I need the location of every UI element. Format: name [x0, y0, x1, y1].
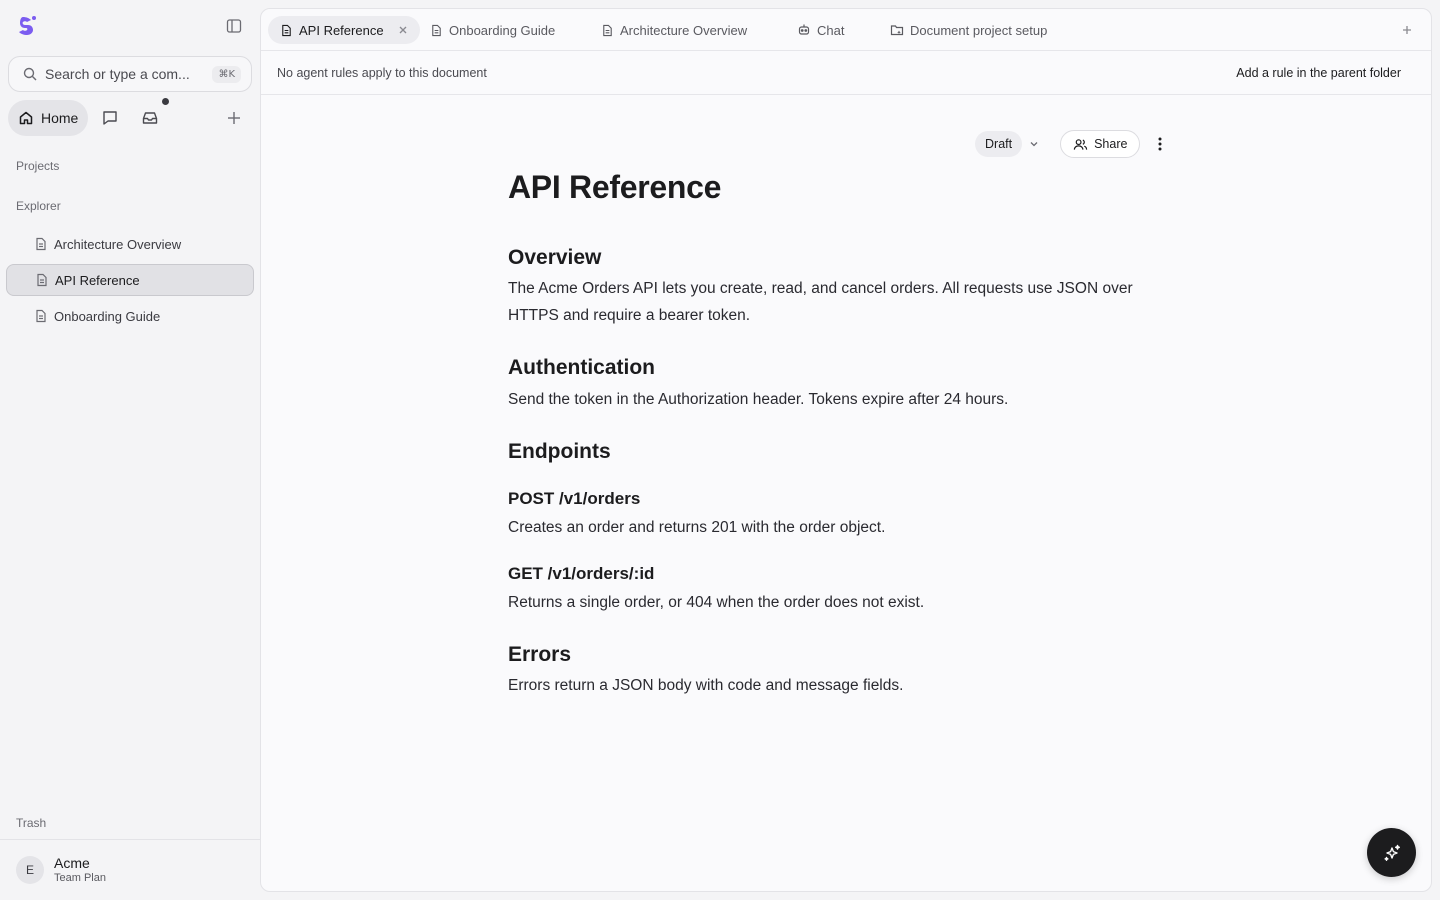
account-name: Acme [54, 855, 90, 871]
section-heading-authentication[interactable]: Authentication [508, 356, 655, 380]
chat-bubble-icon[interactable] [101, 109, 119, 127]
sidebar-item-label: Architecture Overview [54, 236, 182, 252]
document-actions: Draft Share [975, 130, 1162, 158]
search-input[interactable] [45, 66, 213, 82]
avatar: E [16, 855, 44, 884]
section-text-errors[interactable]: Errors return a JSON body with code and … [508, 672, 903, 699]
endpoint-heading-post[interactable]: POST /v1/orders [508, 489, 640, 509]
tab-chat[interactable]: Chat [785, 16, 856, 44]
document-title[interactable]: API Reference [508, 169, 721, 206]
inbox-icon[interactable] [141, 109, 159, 127]
tab-architecture-overview[interactable]: Architecture Overview [589, 16, 759, 44]
home-button[interactable]: Home [8, 100, 88, 136]
section-heading-errors[interactable]: Errors [508, 643, 571, 667]
tab-label: Onboarding Guide [449, 22, 556, 38]
search-icon [23, 67, 37, 81]
notification-dot [162, 98, 169, 105]
sparkle-icon [1382, 843, 1402, 863]
more-options-icon[interactable] [1158, 137, 1162, 151]
tab-document-project-setup[interactable]: Document project setup [878, 16, 1059, 44]
status-badge[interactable]: Draft [975, 131, 1023, 157]
section-text-overview[interactable]: The Acme Orders API lets you create, rea… [508, 275, 1168, 329]
sidebar-item-onboarding-guide[interactable]: Onboarding Guide [6, 300, 254, 332]
share-label: Share [1094, 137, 1128, 151]
account-switcher[interactable]: E Acme Team Plan [16, 855, 106, 884]
tab-label: Document project setup [910, 22, 1048, 38]
bot-icon [797, 23, 811, 37]
home-label: Home [41, 110, 79, 126]
endpoint-text-get[interactable]: Returns a single order, or 404 when the … [508, 589, 924, 616]
close-icon[interactable] [398, 25, 408, 35]
section-text-authentication[interactable]: Send the token in the Authorization head… [508, 386, 1008, 413]
document-icon [34, 309, 48, 323]
document-icon [34, 237, 48, 251]
sidebar-item-architecture-overview[interactable]: Architecture Overview [6, 228, 254, 260]
tab-label: Architecture Overview [620, 22, 748, 38]
chevron-down-icon[interactable] [1028, 138, 1040, 150]
share-button[interactable]: Share [1060, 130, 1141, 158]
section-heading-endpoints[interactable]: Endpoints [508, 440, 611, 464]
app-logo-icon[interactable] [16, 14, 40, 38]
sidebar-item-api-reference[interactable]: API Reference [6, 264, 254, 296]
trash-link[interactable]: Trash [16, 816, 46, 830]
tab-bar: API Reference Onboarding Guide Architect… [261, 9, 1431, 51]
section-heading-overview[interactable]: Overview [508, 246, 601, 270]
sidebar-toggle-icon[interactable] [224, 16, 244, 36]
account-plan: Team Plan [54, 872, 106, 884]
users-icon [1073, 137, 1088, 152]
sidebar-item-label: Onboarding Guide [54, 308, 161, 324]
agent-rules-bar: No agent rules apply to this document Ad… [261, 51, 1431, 95]
divider [0, 839, 260, 840]
sidebar-nav: Home [8, 98, 252, 136]
endpoint-text-post[interactable]: Creates an order and returns 201 with th… [508, 514, 885, 541]
main-panel: API Reference Onboarding Guide Architect… [260, 8, 1432, 892]
document-icon [430, 24, 443, 37]
endpoint-heading-get[interactable]: GET /v1/orders/:id [508, 564, 654, 584]
ai-assistant-button[interactable] [1367, 828, 1416, 877]
document-icon [601, 24, 614, 37]
tab-label: Chat [817, 22, 845, 38]
document-icon [35, 273, 49, 287]
add-rule-link[interactable]: Add a rule in the parent folder [1236, 66, 1401, 80]
agent-rules-message: No agent rules apply to this document [277, 66, 487, 80]
folder-sparkle-icon [890, 23, 904, 37]
search-box[interactable]: ⌘K [8, 56, 252, 92]
sidebar-item-label: API Reference [55, 272, 140, 288]
tab-api-reference[interactable]: API Reference [268, 16, 420, 44]
new-tab-plus-icon[interactable] [1399, 22, 1415, 38]
new-item-plus-icon[interactable] [225, 109, 243, 127]
explorer-label[interactable]: Explorer [16, 199, 61, 213]
sidebar: ⌘K Home Projects Explorer Architecture O… [0, 0, 260, 900]
tab-onboarding-guide[interactable]: Onboarding Guide [418, 16, 567, 44]
tab-label: API Reference [299, 22, 384, 38]
home-icon [18, 110, 34, 126]
document-icon [280, 24, 293, 37]
search-shortcut-badge: ⌘K [212, 65, 241, 83]
projects-label[interactable]: Projects [16, 159, 59, 173]
